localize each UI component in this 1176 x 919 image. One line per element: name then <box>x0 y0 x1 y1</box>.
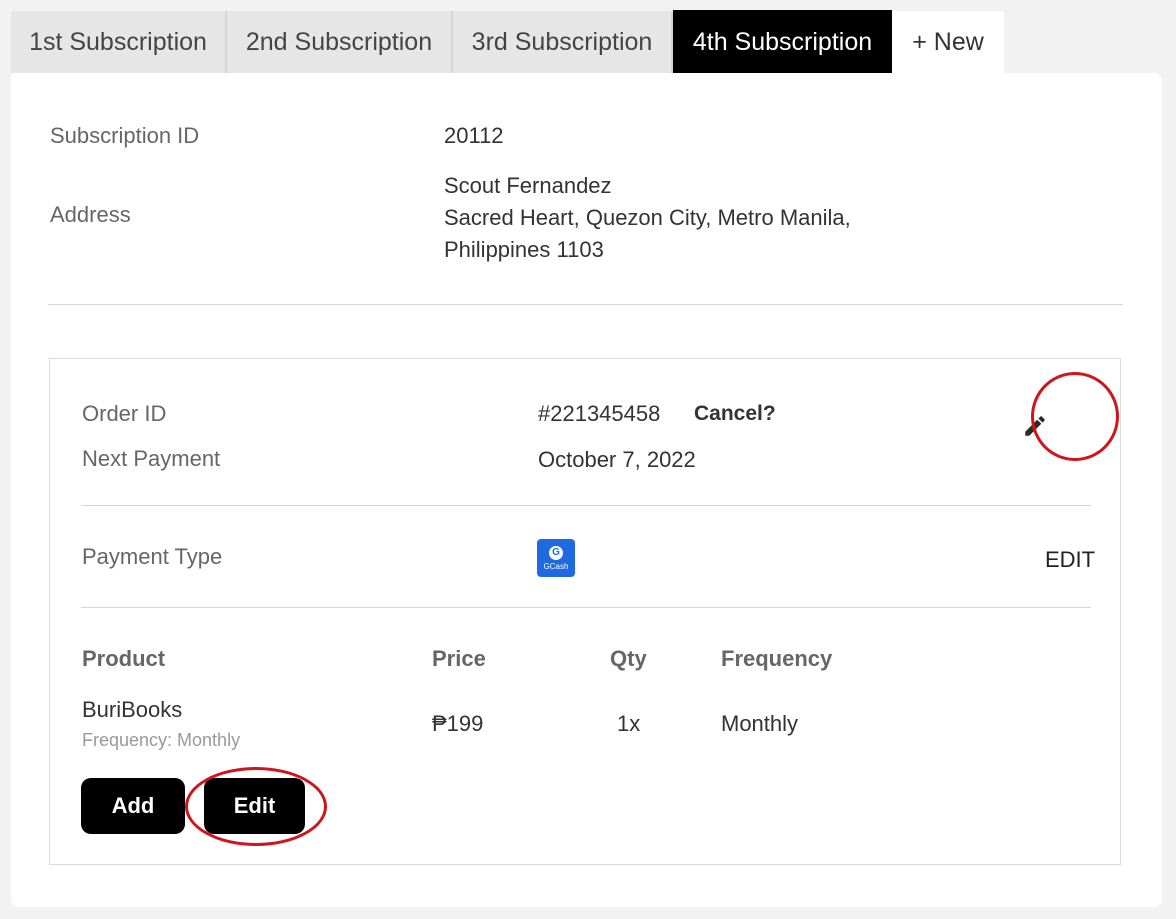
tab-2nd-subscription[interactable]: 2nd Subscription <box>227 11 453 74</box>
tab-3rd-subscription[interactable]: 3rd Subscription <box>453 11 673 74</box>
edit-product-button[interactable]: Edit <box>204 778 305 834</box>
subscription-tabs: 1st Subscription 2nd Subscription 3rd Su… <box>11 10 1004 74</box>
tab-1st-subscription[interactable]: 1st Subscription <box>11 11 227 74</box>
product-qty: 1x <box>617 711 641 736</box>
pencil-icon <box>1025 416 1045 436</box>
product-price: ₱199 <box>432 711 484 736</box>
subscription-card: Subscription ID 20112 Address Scout Fern… <box>11 73 1162 907</box>
payment-type-label: Payment Type <box>82 544 223 569</box>
cancel-order-link[interactable]: Cancel? <box>694 402 776 426</box>
header-qty: Qty <box>610 646 647 671</box>
new-subscription-tab[interactable]: + New <box>892 11 1004 74</box>
section-divider <box>48 304 1123 305</box>
address-line-name: Scout Fernandez <box>444 173 612 198</box>
header-frequency: Frequency <box>721 646 833 671</box>
address-line-street: Sacred Heart, Quezon City, Metro Manila, <box>444 205 851 230</box>
tab-4th-subscription[interactable]: 4th Subscription <box>673 10 892 74</box>
address-line-country: Philippines 1103 <box>444 237 604 262</box>
order-id-value: #221345458 <box>538 401 661 426</box>
subscription-id-value: 20112 <box>444 123 504 148</box>
gcash-logo-text: GCash <box>543 561 569 571</box>
edit-payment-link[interactable]: EDIT <box>1045 547 1095 573</box>
add-product-button[interactable]: Add <box>81 778 185 834</box>
header-price: Price <box>432 646 486 671</box>
address-value: Scout Fernandez Sacred Heart, Quezon Cit… <box>444 170 851 266</box>
product-subtitle: Frequency: Monthly <box>82 730 241 750</box>
subscription-id-label: Subscription ID <box>50 123 200 148</box>
gcash-logo: G GCash <box>537 539 575 577</box>
order-divider <box>81 505 1091 506</box>
order-id-label: Order ID <box>82 401 167 426</box>
address-label: Address <box>50 202 131 227</box>
product-frequency: Monthly <box>721 711 799 736</box>
edit-order-button[interactable] <box>1019 410 1051 442</box>
payment-divider <box>81 607 1091 608</box>
product-name: BuriBooks <box>82 697 183 722</box>
header-product: Product <box>82 646 166 671</box>
next-payment-label: Next Payment <box>82 446 221 471</box>
next-payment-value: October 7, 2022 <box>538 447 696 472</box>
